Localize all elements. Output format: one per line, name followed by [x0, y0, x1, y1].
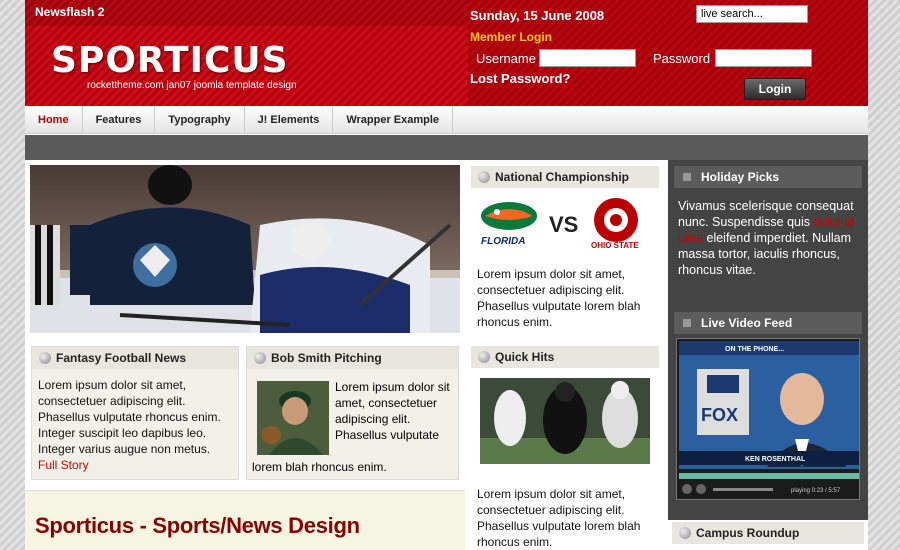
campus-roundup-module: Campus Roundup	[668, 520, 868, 550]
svg-text:KEN ROSENTHAL: KEN ROSENTHAL	[745, 456, 806, 463]
quick-hits-body: Lorem ipsum dolor sit amet, consectetuer…	[477, 487, 641, 549]
campus-roundup-title: Campus Roundup	[672, 522, 864, 544]
holiday-picks-title: Holiday Picks	[674, 166, 862, 188]
live-search-input[interactable]	[696, 5, 808, 23]
fantasy-body: Lorem ipsum dolor sit amet, consectetuer…	[32, 369, 238, 481]
main-content-panel: Sporticus - Sports/News Design	[25, 490, 465, 550]
fantasy-title-text: Fantasy Football News	[56, 351, 187, 365]
bob-body: Lorem ipsum dolor sit amet, consectetuer…	[335, 380, 450, 442]
video-title-text: Live Video Feed	[701, 316, 793, 330]
nav-wrapper-example[interactable]: Wrapper Example	[333, 106, 454, 133]
bob-smith-title: Bob Smith Pitching	[247, 347, 458, 369]
main-nav: Home Features Typography J! Elements Wra…	[25, 106, 868, 134]
right-column: Holiday Picks Vivamus scelerisque conseq…	[668, 160, 868, 550]
square-bullet-icon	[683, 173, 691, 181]
subnav-bar	[25, 135, 868, 160]
site-tagline: rockettheme.com jan07 joomla template de…	[87, 80, 297, 91]
password-label: Password	[653, 51, 711, 66]
password-input[interactable]	[715, 49, 812, 67]
member-login-heading: Member Login	[470, 30, 553, 44]
play-icon	[682, 484, 692, 494]
username-label: Username	[476, 51, 536, 66]
newsflash-label: Newsflash 2	[35, 5, 105, 19]
page-title: Sporticus - Sports/News Design	[35, 513, 360, 538]
svg-text:FOX: FOX	[701, 405, 738, 425]
nav-features[interactable]: Features	[83, 106, 156, 133]
florida-logo-icon: FLORIDA	[481, 202, 537, 247]
bullet-icon	[254, 352, 266, 364]
site-logo[interactable]: SPORTICUS	[51, 40, 289, 81]
holiday-text-b: eleifend imperdiet. Nullam massa tortor,…	[678, 231, 852, 277]
bob-title-text: Bob Smith Pitching	[271, 351, 382, 365]
national-championship-module: National Championship FLORIDA VS OHIO ST…	[471, 166, 659, 331]
quick-hits-module: Quick Hits Lorem ipsum dolor sit amet, c…	[471, 346, 659, 550]
full-story-link[interactable]: Full Story	[38, 458, 89, 472]
svg-text:playing 0:23 / 5:57: playing 0:23 / 5:57	[791, 488, 841, 494]
nav-typography[interactable]: Typography	[155, 106, 245, 133]
square-bullet-icon	[683, 319, 691, 327]
matchup-row: FLORIDA VS OHIO STATE	[471, 194, 659, 254]
bullet-icon	[39, 352, 51, 364]
campus-title-text: Campus Roundup	[696, 526, 800, 540]
lost-password-link[interactable]: Lost Password?	[470, 71, 570, 86]
login-button[interactable]: Login	[744, 78, 806, 100]
login-area: Sunday, 15 June 2008 Member Login Userna…	[468, 0, 868, 106]
video-player[interactable]: ON THE PHONE... FOX KEN ROSENTHAL playin…	[676, 338, 860, 500]
fantasy-football-module: Fantasy Football News Lorem ipsum dolor …	[31, 346, 239, 480]
newsflash-bar: Newsflash 2	[25, 0, 468, 26]
page-frame: Newsflash 2 SPORTICUS rockettheme.com ja…	[25, 0, 868, 550]
bullet-icon	[478, 171, 490, 183]
stop-icon	[696, 484, 706, 494]
bob-smith-module: Bob Smith Pitching Lorem ipsum dolor sit…	[246, 346, 459, 480]
national-title-text: National Championship	[495, 170, 630, 184]
ohio-state-logo-icon: OHIO STATE	[591, 198, 639, 250]
national-championship-title: National Championship	[471, 166, 659, 188]
holiday-title-text: Holiday Picks	[701, 170, 780, 184]
national-body: Lorem ipsum dolor sit amet, consectetuer…	[477, 267, 641, 329]
site-header: Newsflash 2 SPORTICUS rockettheme.com ja…	[25, 0, 868, 106]
hero-hockey-image	[30, 165, 460, 333]
nav-home[interactable]: Home	[25, 106, 83, 133]
username-input[interactable]	[539, 49, 636, 67]
svg-text:VS: VS	[549, 212, 578, 237]
svg-text:FLORIDA: FLORIDA	[481, 236, 525, 247]
pitcher-image	[257, 381, 329, 455]
current-date: Sunday, 15 June 2008	[470, 8, 605, 23]
svg-text:ON THE PHONE...: ON THE PHONE...	[725, 346, 784, 353]
bullet-icon	[478, 351, 490, 363]
holiday-body: Vivamus scelerisque consequat nunc. Susp…	[668, 188, 868, 278]
nav-j-elements[interactable]: J! Elements	[245, 106, 334, 133]
football-image	[480, 378, 650, 464]
live-video-title: Live Video Feed	[674, 312, 862, 334]
fantasy-body-text: Lorem ipsum dolor sit amet, consectetuer…	[38, 378, 221, 456]
quick-title-text: Quick Hits	[495, 350, 555, 364]
bob-body-cont: lorem blah rhoncus enim.	[252, 460, 387, 474]
fantasy-football-title: Fantasy Football News	[32, 347, 238, 369]
quick-hits-title: Quick Hits	[471, 346, 659, 368]
bullet-icon	[679, 527, 691, 539]
svg-text:OHIO STATE: OHIO STATE	[591, 241, 639, 250]
